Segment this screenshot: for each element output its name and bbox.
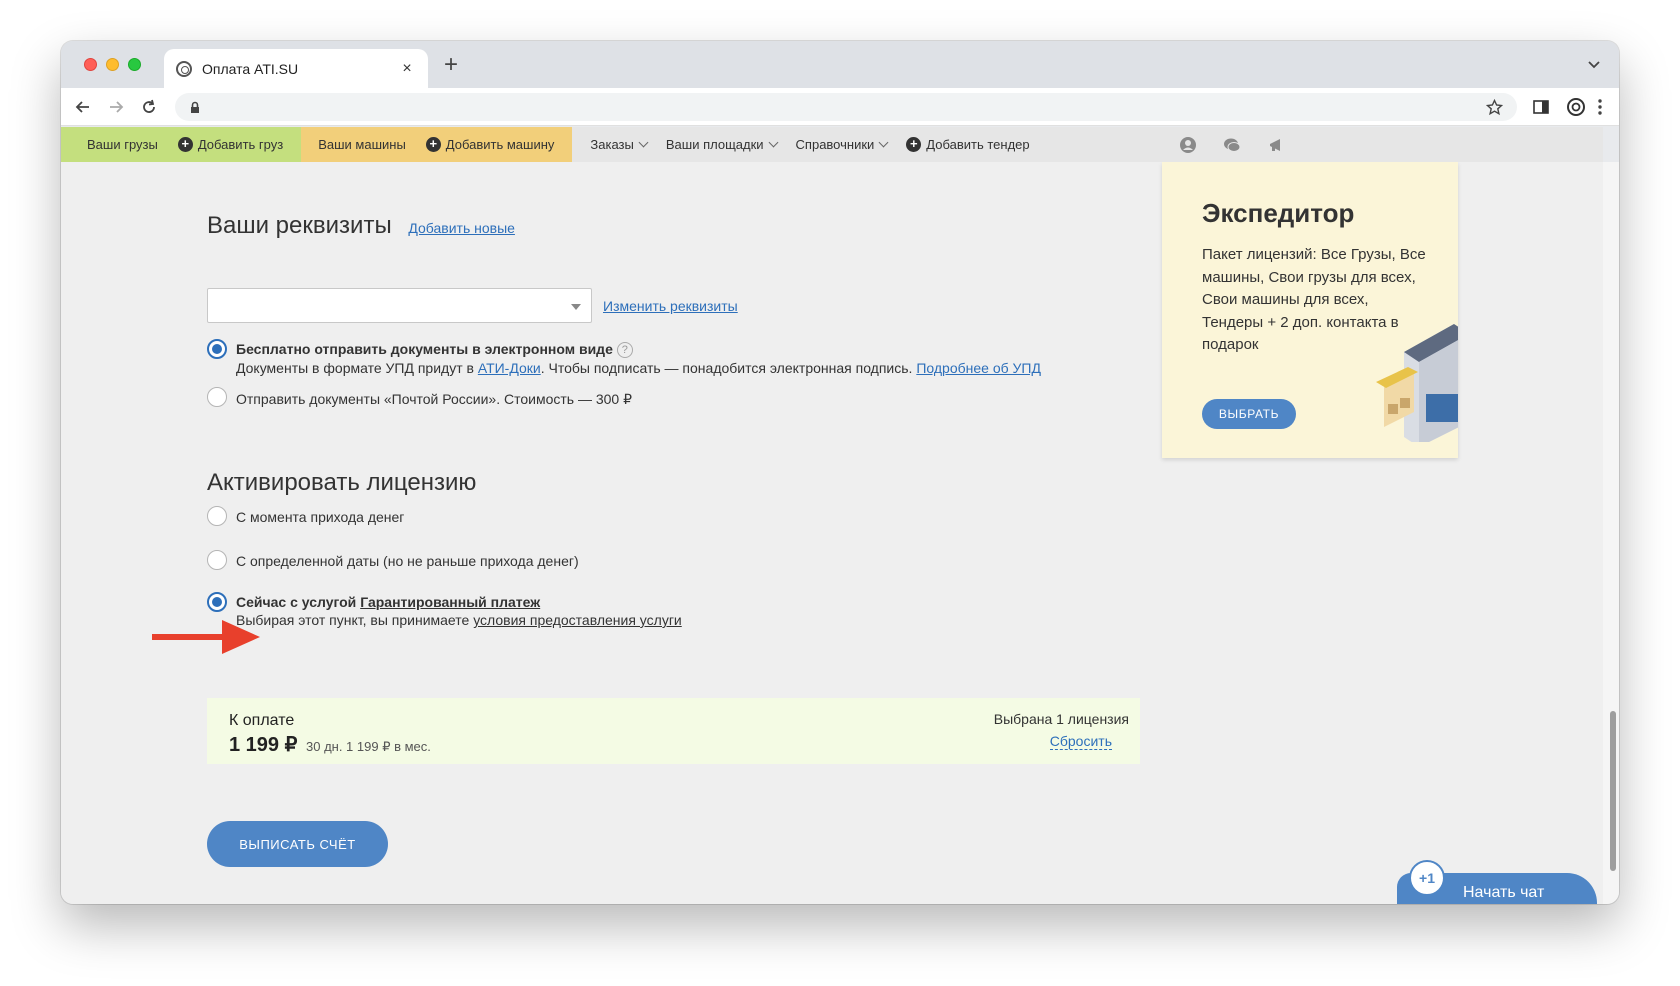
messages-icon[interactable] [1223,136,1241,154]
activate-on-payment-radio[interactable] [207,506,227,526]
reload-icon[interactable] [139,97,159,117]
upd-more-link[interactable]: Подробнее об УПД [916,360,1041,376]
nav-references-label: Справочники [795,137,875,152]
nav-platforms-menu[interactable]: Ваши площадки [665,137,778,152]
plus-circle-icon: + [425,137,441,152]
chevron-down-icon [768,137,778,148]
help-question-icon[interactable]: ? [616,342,633,358]
notifications-horn-icon[interactable] [1267,136,1285,154]
tab-title: Оплата ATI.SU [202,60,299,77]
side-panel-icon[interactable] [1531,97,1551,117]
total-amount: 1 199 ₽ [229,734,298,756]
ati-docs-link[interactable]: АТИ-Доки [478,360,541,376]
nav-your-trucks[interactable]: Ваши машины [318,137,406,152]
guaranteed-terms-description: Выбирая этот пункт, вы принимаете услови… [236,612,682,628]
tab-close-icon[interactable]: × [398,60,416,78]
nav-platforms-label: Ваши площадки [665,137,764,152]
nav-add-cargo[interactable]: + Добавить груз [177,137,284,152]
new-tab-button[interactable]: + [439,53,463,77]
nav-add-tender[interactable]: + Добавить тендер [906,137,1030,152]
browser-window: Оплата ATI.SU × + Ваши грузы + Добавить … [61,41,1619,904]
lock-icon [191,101,199,113]
electronic-docs-radio[interactable] [207,339,227,359]
trucks-nav-group: Ваши машины + Добавить машину [301,127,573,162]
address-bar[interactable] [175,93,1517,121]
post-docs-label: Отправить документы «Почтой России». Сто… [236,391,633,407]
requisites-title: Ваши реквизиты Добавить новые [207,212,515,240]
nav-add-tender-label: Добавить тендер [926,137,1030,152]
browser-toolbar [61,88,1619,126]
nav-add-cargo-label: Добавить груз [197,137,284,152]
requisites-select[interactable] [207,288,592,323]
nav-your-cargo[interactable]: Ваши грузы [87,137,158,152]
electronic-docs-label: Бесплатно отправить документы в электрон… [236,341,633,358]
electronic-docs-desc-prefix: Документы в формате УПД придут в [236,360,478,376]
issue-invoice-button[interactable]: ВЫПИСАТЬ СЧЁТ [207,821,388,867]
payment-summary: К оплате 1 199 ₽ 30 дн. 1 199 ₽ в мес. В… [207,698,1140,764]
electronic-docs-desc-mid: . Чтобы подписать — понадобится электрон… [540,360,917,376]
active-tab[interactable]: Оплата ATI.SU × [164,49,428,88]
chevron-down-icon [638,137,649,148]
nav-references-menu[interactable]: Справочники [795,137,889,152]
profile-icon[interactable] [1566,97,1586,117]
plus-circle-icon: + [906,137,922,152]
requisites-title-text: Ваши реквизиты [207,212,392,239]
warehouse-illustration-icon [1376,324,1458,442]
forward-arrow-icon[interactable] [106,97,126,117]
minimize-window-button[interactable] [106,58,119,71]
close-window-button[interactable] [84,58,97,71]
browser-menu-icon[interactable] [1590,97,1610,117]
nav-add-truck-label: Добавить машину [445,137,555,152]
post-docs-radio[interactable] [207,387,227,407]
activation-title: Активировать лицензию [207,469,477,496]
add-new-requisites-link[interactable]: Добавить новые [408,220,515,236]
total-label: К оплате [229,712,295,729]
total-period: 30 дн. 1 199 ₽ в мес. [306,739,431,754]
cargo-nav-group: Ваши грузы + Добавить груз [61,127,302,162]
service-terms-link[interactable]: условия предоставления услуги [473,612,682,628]
promo-select-button[interactable]: ВЫБРАТЬ [1202,399,1296,429]
page-content: Ваши реквизиты Добавить новые Изменить р… [61,162,1603,904]
promo-title: Экспедитор [1202,198,1355,228]
nav-icon-group [1179,136,1285,154]
promo-card: Экспедитор Пакет лицензий: Все Грузы, Вс… [1162,162,1458,458]
nav-orders-menu[interactable]: Заказы [590,137,649,152]
dropdown-caret-icon [571,304,581,310]
user-account-icon[interactable] [1179,136,1197,154]
chat-widget[interactable]: +1 Начать чат [1391,852,1603,904]
chat-badge: +1 [1409,860,1445,896]
site-nav-bar: Ваши грузы + Добавить груз Ваши машины +… [61,127,1603,162]
plus-circle-icon: + [177,137,193,152]
back-arrow-icon[interactable] [73,97,93,117]
activate-on-payment-label: С момента прихода денег [236,509,405,525]
nav-orders-label: Заказы [590,137,634,152]
guaranteed-terms-prefix: Выбирая этот пункт, вы принимаете [236,612,474,628]
selected-licenses: Выбрана 1 лицензия [993,711,1129,727]
activate-now-guaranteed-label: Сейчас с услугой Гарантированный платеж [236,594,540,610]
change-requisites-link[interactable]: Изменить реквизиты [603,298,738,314]
ati-favicon-icon [176,60,192,77]
activate-now-guaranteed-radio[interactable] [207,592,227,612]
reset-link[interactable]: Сбросить [1049,733,1112,750]
activate-now-prefix: Сейчас с услугой [236,594,361,610]
activate-from-date-radio[interactable] [207,550,227,570]
bookmark-star-icon[interactable] [1486,99,1503,116]
nav-add-truck[interactable]: + Добавить машину [425,137,555,152]
chevron-down-icon [878,137,889,148]
nav-menus: Заказы Ваши площадки Справочники + Добав… [572,137,1030,152]
tab-strip: Оплата ATI.SU × + [61,41,1619,88]
tab-search-chevron-icon[interactable] [1587,57,1601,71]
guaranteed-payment-link[interactable]: Гарантированный платеж [360,594,540,610]
zoom-window-button[interactable] [128,58,141,71]
chat-label: Начать чат [1463,884,1545,901]
electronic-docs-description: Документы в формате УПД придут в АТИ-Док… [236,360,1041,376]
activate-from-date-label: С определенной даты (но не раньше приход… [236,553,579,569]
electronic-docs-label-text: Бесплатно отправить документы в электрон… [236,341,613,357]
red-annotation-arrow-icon [152,620,260,654]
scrollbar-thumb[interactable] [1610,711,1616,871]
